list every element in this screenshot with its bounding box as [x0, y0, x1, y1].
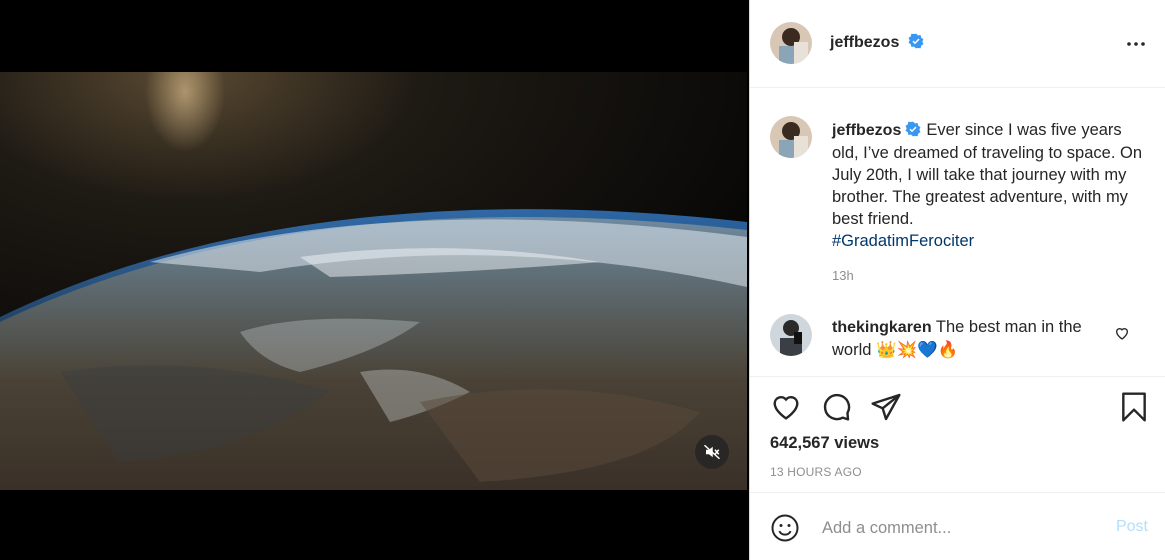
commenter-username[interactable]: thekingkaren	[832, 319, 932, 336]
post-panel: jeffbezos jeffbezos Ever since I was fiv…	[749, 0, 1165, 560]
bookmark-icon	[1122, 392, 1146, 422]
hashtag-link[interactable]: #GradatimFerociter	[832, 232, 974, 250]
heart-icon	[1115, 328, 1129, 340]
video-player[interactable]	[0, 0, 749, 560]
add-comment-bar: Post	[750, 492, 1165, 560]
share-button[interactable]	[870, 391, 902, 423]
emoji-button[interactable]	[770, 513, 800, 543]
comment-input[interactable]	[820, 513, 1094, 543]
comment-like-button[interactable]	[1114, 325, 1132, 343]
verified-icon	[908, 33, 924, 49]
comment-icon	[823, 393, 851, 421]
comment-button[interactable]	[820, 391, 852, 423]
view-count[interactable]: 642,567 views	[770, 434, 879, 453]
post-caption: jeffbezos Ever since I was five years ol…	[832, 119, 1142, 252]
post-comment-button[interactable]: Post	[1116, 518, 1148, 536]
like-button[interactable]	[770, 391, 802, 423]
comment: thekingkaren The best man in the world 👑…	[832, 316, 1122, 361]
share-icon	[871, 393, 901, 421]
post-actions: 642,567 views 13 HOURS AGO	[750, 376, 1165, 492]
emoji-icon	[771, 514, 799, 542]
author-username[interactable]: jeffbezos	[830, 34, 899, 51]
caption-username[interactable]: jeffbezos	[832, 122, 901, 139]
post-header: jeffbezos	[750, 0, 1165, 88]
save-button[interactable]	[1118, 391, 1150, 423]
commenter-avatar[interactable]	[770, 314, 812, 356]
author-avatar[interactable]	[770, 22, 812, 64]
mute-icon	[703, 444, 721, 460]
comment-emojis: 👑💥💙🔥	[876, 341, 959, 359]
caption-time[interactable]: 13h	[832, 268, 854, 283]
earth-from-space-video[interactable]	[0, 72, 747, 490]
mute-button[interactable]	[695, 435, 729, 469]
caption-avatar[interactable]	[770, 116, 812, 158]
more-options-button[interactable]	[1124, 32, 1148, 56]
more-icon	[1127, 42, 1145, 46]
heart-icon	[773, 396, 799, 420]
posted-time[interactable]: 13 HOURS AGO	[770, 465, 862, 479]
verified-icon	[905, 121, 921, 137]
